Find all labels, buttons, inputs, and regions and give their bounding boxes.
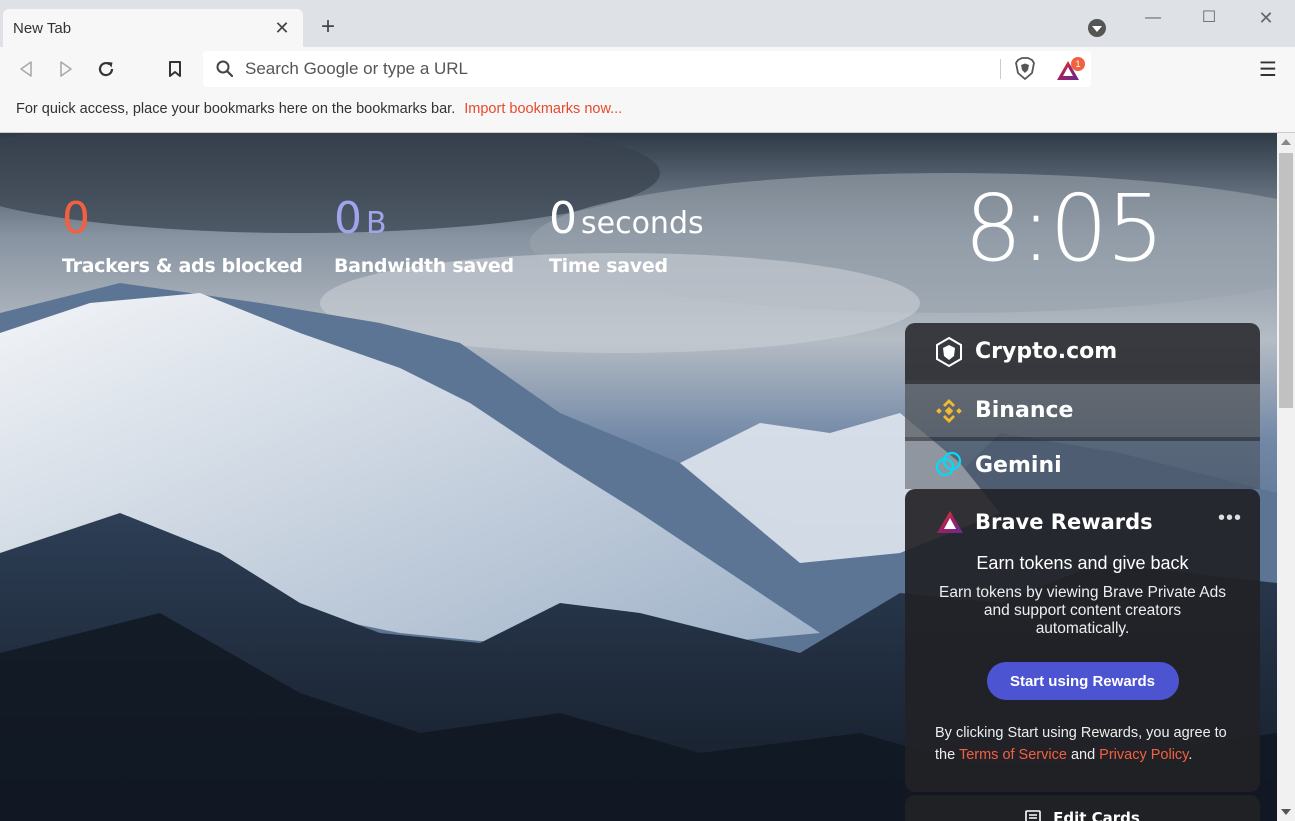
edit-cards-icon [1025,810,1041,821]
menu-button[interactable]: ☰ [1256,57,1280,81]
import-bookmarks-link[interactable]: Import bookmarks now... [464,101,622,117]
rewards-badge: 1 [1071,57,1085,71]
rewards-card-header: Brave Rewards [935,509,1230,535]
scroll-up-arrow-icon[interactable] [1281,139,1291,145]
brave-shields-icon[interactable] [1013,57,1037,81]
bandwidth-unit: B [366,206,387,241]
widget-card-stack: Crypto.com Binance Gemini Brave Rewards [905,323,1260,792]
binance-icon [933,395,965,427]
bandwidth-count: 0 [334,193,362,244]
tab-title: New Tab [13,19,72,37]
bookmarks-bar: For quick access, place your bookmarks h… [0,91,1295,133]
address-bar[interactable]: 1 [203,51,1091,87]
time-saved-stat: 0 seconds Time saved [549,197,704,278]
title-bar: New Tab ✕ + — ☐ ✕ [0,0,1295,47]
tab-search-icon[interactable] [1088,19,1106,37]
rewards-description: Earn tokens by viewing Brave Private Ads… [939,584,1226,637]
forward-button[interactable] [54,57,78,81]
bandwidth-stat: 0B Bandwidth saved [334,197,514,278]
crypto-com-label: Crypto.com [975,339,1118,364]
maximize-button[interactable]: ☐ [1197,6,1221,30]
terms-of-service-link[interactable]: Terms of Service [959,747,1067,763]
bookmarks-message: For quick access, place your bookmarks h… [16,101,456,117]
scrollbar-thumb[interactable] [1279,153,1293,408]
url-divider [1000,59,1001,79]
binance-label: Binance [975,398,1074,423]
rewards-card-more-icon[interactable]: ••• [1218,507,1242,530]
trackers-label: Trackers & ads blocked [62,255,303,277]
bandwidth-label: Bandwidth saved [334,255,514,277]
scroll-down-arrow-icon[interactable] [1281,809,1291,815]
close-window-button[interactable]: ✕ [1254,6,1278,30]
search-icon [216,60,234,78]
back-button[interactable] [14,57,38,81]
rewards-terms-text: By clicking Start using Rewards, you agr… [935,722,1230,766]
brave-rewards-card: Brave Rewards ••• Earn tokens and give b… [905,489,1260,792]
rewards-card-title: Brave Rewards [975,510,1153,534]
reload-icon [98,61,114,77]
gemini-widget-tab[interactable]: Gemini [905,437,1260,489]
url-input[interactable] [245,59,985,79]
forward-icon [60,61,72,77]
new-tab-page: 0 Trackers & ads blocked 0B Bandwidth sa… [0,133,1277,821]
bat-logo-icon [937,511,963,533]
gemini-icon [933,449,965,481]
toolbar: 1 ☰ [0,47,1295,91]
edit-cards-button[interactable]: Edit Cards [905,795,1260,821]
binance-widget-tab[interactable]: Binance [905,380,1260,437]
brave-rewards-button[interactable]: 1 [1055,57,1085,83]
reload-button[interactable] [94,57,118,81]
tab-new-tab[interactable]: New Tab ✕ [3,9,303,47]
rewards-headline: Earn tokens and give back [976,553,1189,573]
trackers-count: 0 [62,193,90,244]
bookmark-icon [169,61,181,77]
new-tab-button[interactable]: + [316,13,340,41]
terms-and: and [1066,747,1100,763]
privacy-policy-link[interactable]: Privacy Policy [1099,747,1188,763]
tab-close-icon[interactable]: ✕ [271,18,293,39]
time-saved-count: 0 [549,193,577,244]
start-using-rewards-button[interactable]: Start using Rewards [986,662,1179,700]
edit-cards-label: Edit Cards [1053,809,1140,821]
terms-suffix: . [1188,747,1193,763]
crypto-com-icon [933,336,965,368]
bookmark-button[interactable] [163,57,187,81]
gemini-label: Gemini [975,452,1062,478]
time-saved-unit: seconds [581,206,704,241]
trackers-stat: 0 Trackers & ads blocked [62,197,303,278]
back-icon [20,61,32,77]
page-scrollbar[interactable] [1277,133,1295,821]
clock: 8:05 [964,175,1165,282]
time-saved-label: Time saved [549,255,668,277]
minimize-button[interactable]: — [1141,6,1165,30]
crypto-com-widget-tab[interactable]: Crypto.com [905,323,1260,380]
